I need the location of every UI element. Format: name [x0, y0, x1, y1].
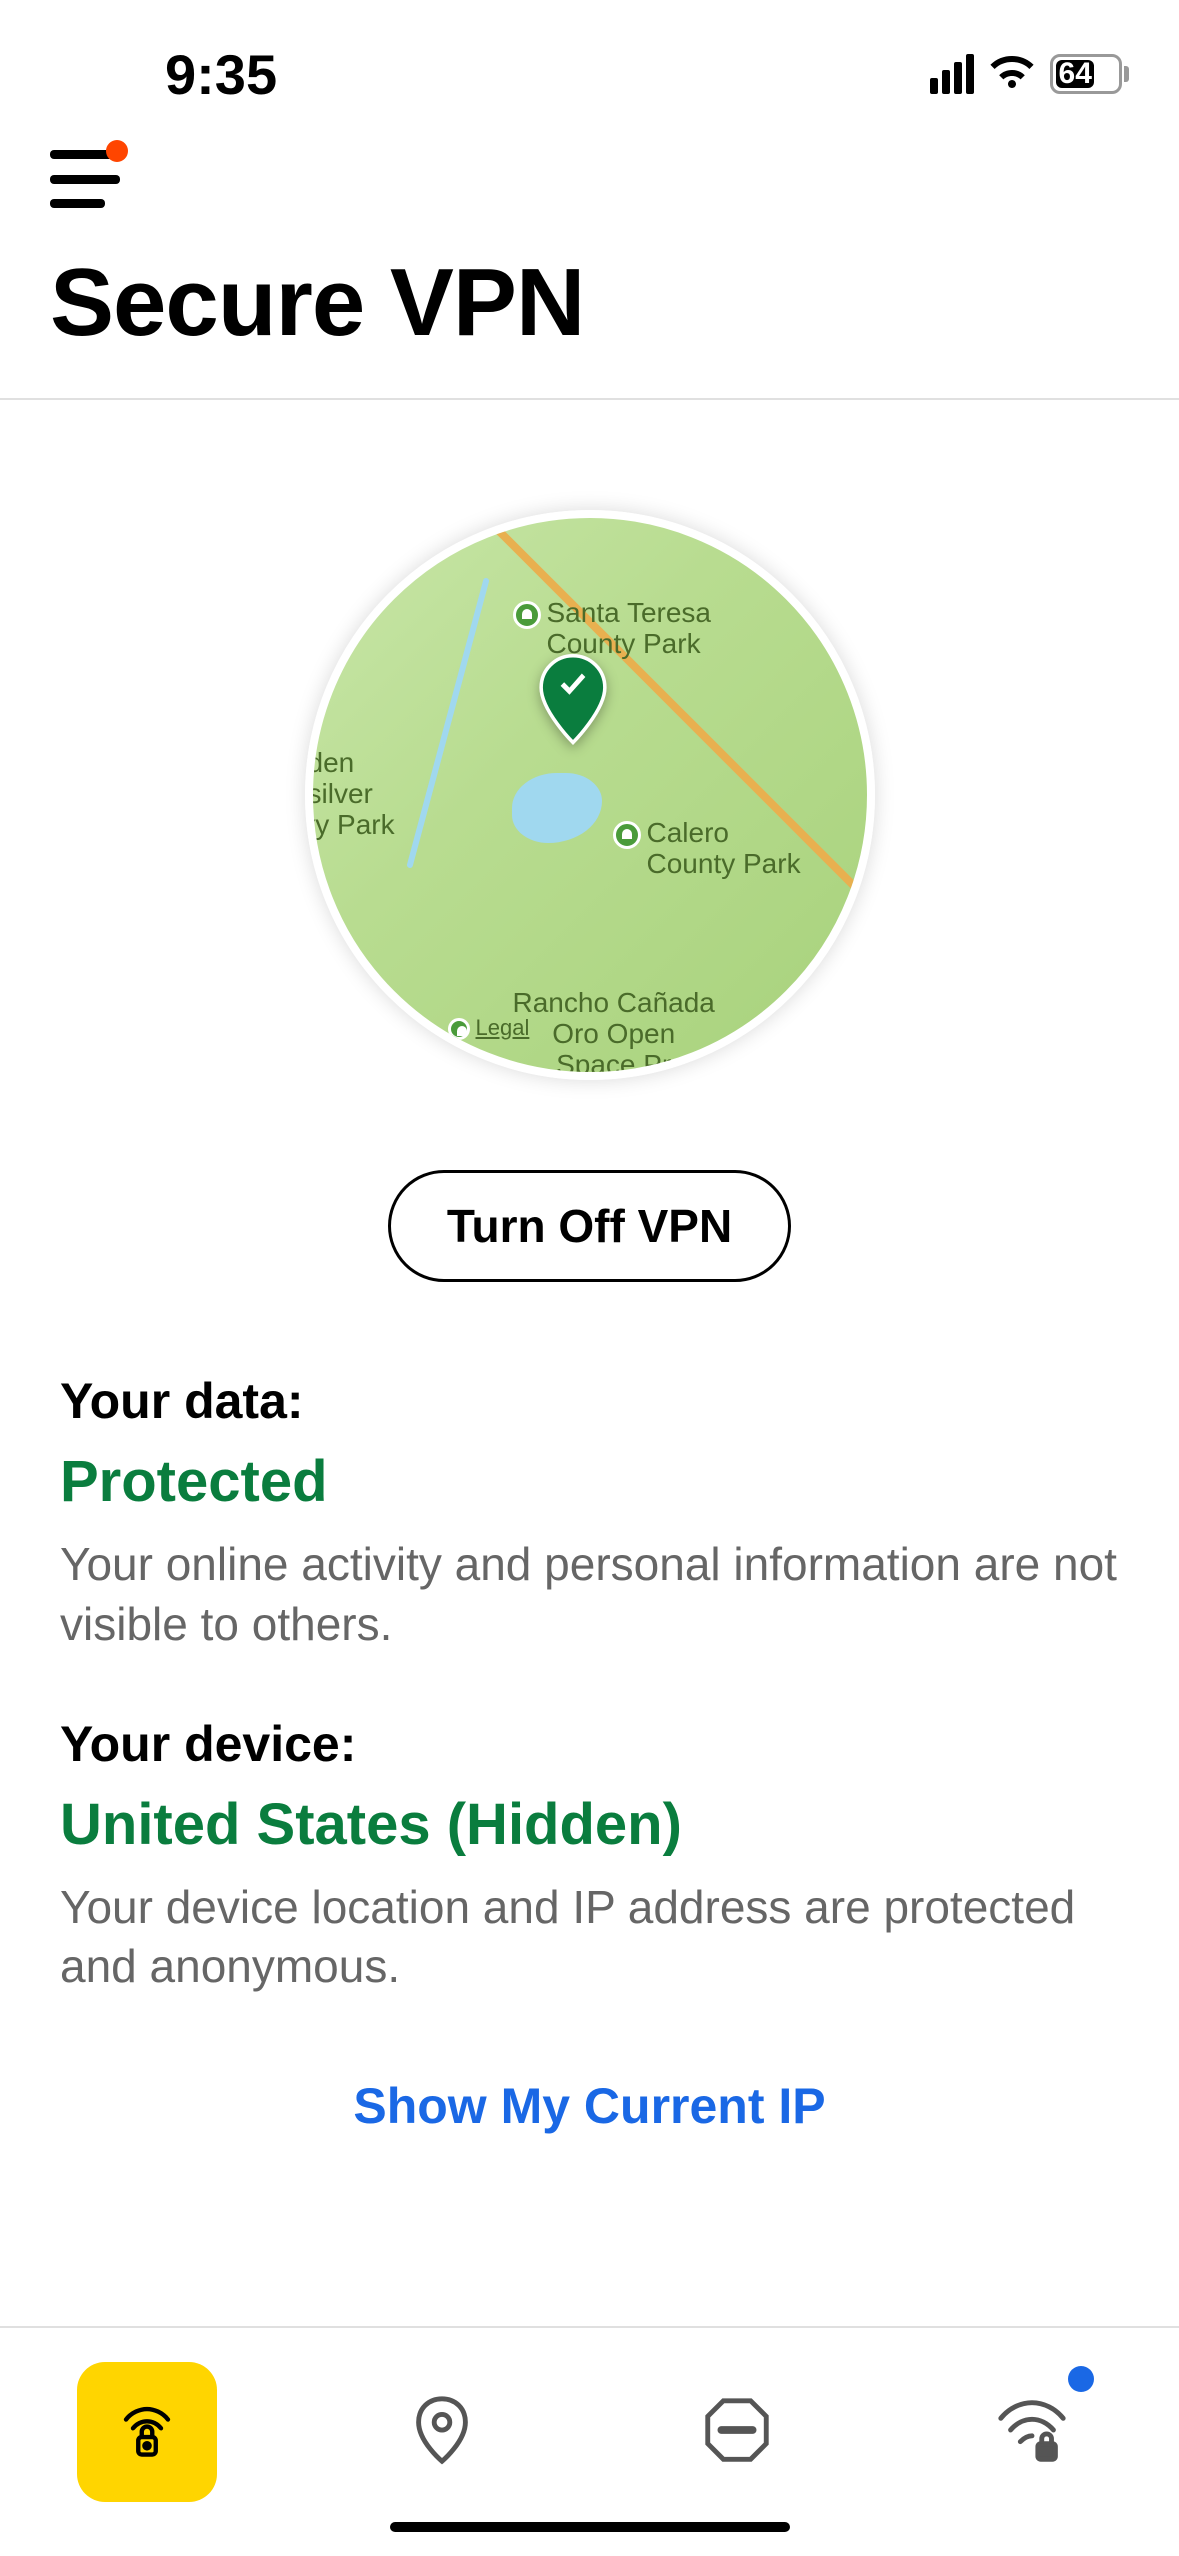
device-description: Your device location and IP address are … — [60, 1878, 1119, 1998]
notification-dot-icon — [106, 140, 128, 162]
tab-vpn[interactable] — [77, 2362, 217, 2502]
home-indicator[interactable] — [390, 2522, 790, 2532]
device-status-section: Your device: United States (Hidden) Your… — [0, 1715, 1179, 2058]
data-label: Your data: — [60, 1372, 1119, 1430]
show-ip-row: Show My Current IP — [0, 2057, 1179, 2195]
menu-button[interactable] — [50, 150, 120, 208]
wifi-lock-icon — [993, 2391, 1071, 2474]
tab-location[interactable] — [372, 2362, 512, 2502]
map-label-quicksilver: den silver ty Park — [308, 748, 395, 840]
tab-wifi-security[interactable] — [962, 2362, 1102, 2502]
map-label-ps: ps — [373, 1012, 409, 1049]
map-label-calero: Calero County Park — [613, 818, 801, 880]
map-label-legal: Legal — [448, 1016, 530, 1040]
status-time: 9:35 — [165, 42, 277, 107]
cellular-signal-icon — [930, 54, 974, 94]
location-map[interactable]: Santa Teresa County Park den silver ty P… — [305, 510, 875, 1080]
data-status: Protected — [60, 1448, 1119, 1515]
map-container: Santa Teresa County Park den silver ty P… — [0, 400, 1179, 1140]
turn-off-vpn-button[interactable]: Turn Off VPN — [388, 1170, 791, 1282]
tab-blocker[interactable] — [667, 2362, 807, 2502]
show-current-ip-link[interactable]: Show My Current IP — [353, 2078, 825, 2134]
action-row: Turn Off VPN — [0, 1140, 1179, 1372]
location-pin-icon — [537, 654, 609, 751]
map-label-rancho: Rancho Cañada Oro Open Space Pr — [513, 988, 715, 1080]
shield-wifi-lock-icon — [112, 2395, 182, 2470]
page-title: Secure VPN — [0, 228, 1179, 398]
device-label: Your device: — [60, 1715, 1119, 1773]
stop-sign-icon — [698, 2391, 776, 2474]
status-indicators: 64 — [930, 48, 1129, 101]
map-label-santa-teresa: Santa Teresa County Park — [513, 598, 712, 660]
device-status: United States (Hidden) — [60, 1791, 1119, 1858]
location-pin-icon — [403, 2391, 481, 2474]
battery-indicator: 64 — [1050, 54, 1129, 94]
status-bar: 9:35 64 — [0, 0, 1179, 120]
nav-row — [0, 120, 1179, 228]
wifi-icon — [988, 48, 1036, 101]
data-status-section: Your data: Protected Your online activit… — [0, 1372, 1179, 1715]
data-description: Your online activity and personal inform… — [60, 1535, 1119, 1655]
